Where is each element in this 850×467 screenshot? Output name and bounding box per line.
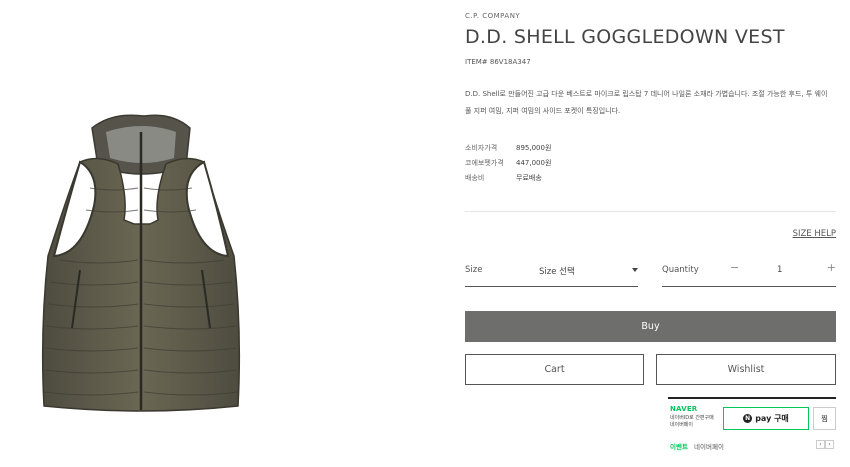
plus-icon[interactable]: + (827, 261, 836, 274)
event-text: 네이버페이 (694, 443, 724, 451)
naver-pay-button[interactable]: N pay 구매 (723, 407, 809, 430)
product-title: D.D. SHELL GOGGLEDOWN VEST (465, 26, 785, 48)
size-label: Size (465, 265, 483, 275)
naver-n-icon: N (743, 414, 753, 423)
quantity-value[interactable]: 1 (777, 265, 782, 275)
price-label: 배송비 (465, 174, 485, 182)
product-description: D.D. Shell로 만들어진 고급 다운 베스트로 마이크로 립스탑 7 데… (465, 90, 828, 115)
caret-down-icon (632, 268, 638, 272)
price-label: 코에보펫가격 (465, 159, 504, 167)
cart-button[interactable]: Cart (465, 354, 644, 385)
divider (465, 211, 836, 212)
naver-desc-line1: 네이버ID로 간편구매 (670, 415, 714, 421)
wishlist-button[interactable]: Wishlist (656, 354, 836, 385)
size-help-link[interactable]: SIZE HELP (793, 229, 836, 239)
item-number: ITEM# 86V18A347 (465, 58, 531, 66)
event-tag: 이벤트 (670, 443, 688, 451)
quantity-stepper: Quantity − 1 + (662, 257, 836, 287)
chevron-left-icon[interactable]: ‹ (816, 440, 825, 449)
naver-logo: NAVER (670, 405, 698, 413)
price-value: 447,000원 (516, 159, 552, 167)
price-row-sale: 코에보펫가격 447,000원 (465, 156, 551, 171)
price-row-shipping: 배송비 무료배송 (465, 171, 551, 186)
jjim-button[interactable]: 찜 (813, 407, 836, 430)
price-list: 소비자가격 895,000원 코에보펫가격 447,000원 배송비 무료배송 (465, 141, 551, 186)
size-selected-value: Size 선택 (539, 267, 575, 277)
naver-desc-line2: 네이버페이 (670, 422, 694, 428)
naver-pay-label: pay 구매 (755, 414, 789, 423)
naver-event: 이벤트 네이버페이 (670, 441, 724, 451)
price-row-retail: 소비자가격 895,000원 (465, 141, 551, 156)
chevron-right-icon[interactable]: › (825, 440, 834, 449)
product-image (41, 114, 241, 412)
buy-button[interactable]: Buy (465, 311, 836, 342)
size-select[interactable]: Size Size 선택 (465, 257, 638, 287)
price-value: 무료배송 (516, 174, 542, 182)
price-value: 895,000원 (516, 144, 552, 152)
naver-pay-widget: NAVER 네이버ID로 간편구매 네이버페이 N pay 구매 찜 이벤트 네… (668, 397, 836, 467)
price-label: 소비자가격 (465, 144, 498, 152)
brand-name: C.P. COMPANY (465, 12, 521, 20)
quantity-label: Quantity (662, 265, 699, 275)
minus-icon[interactable]: − (730, 261, 739, 274)
